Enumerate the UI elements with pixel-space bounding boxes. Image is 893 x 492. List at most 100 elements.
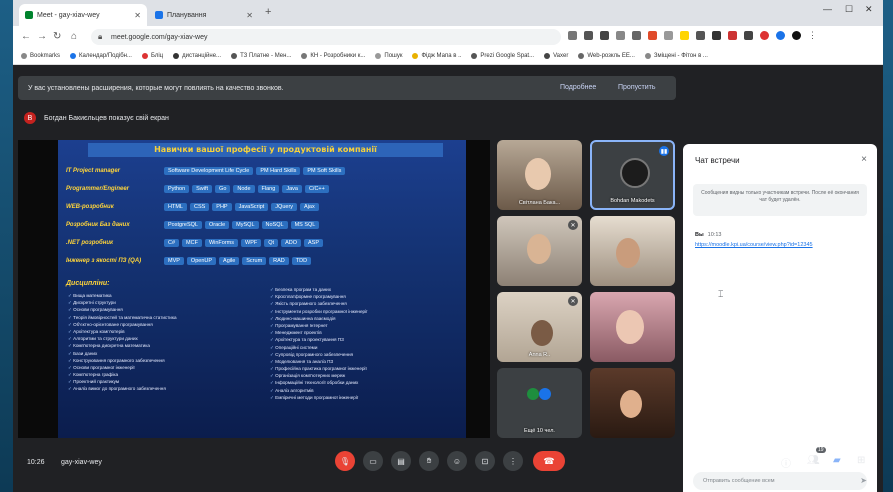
menu-dots-icon[interactable]: ⋮ <box>808 31 817 40</box>
bookmark[interactable]: Бліц <box>141 53 163 59</box>
bookmarks-icon <box>21 53 27 59</box>
extension-icon[interactable] <box>712 31 721 40</box>
home-icon[interactable]: ⌂ <box>71 31 77 42</box>
presenting-indicator: B Богдан Бакиєльцев показує свій екран <box>18 108 498 128</box>
profile-avatar-icon[interactable] <box>792 31 801 40</box>
people-icon[interactable]: 👥︎ <box>807 455 820 466</box>
close-tab-icon[interactable]: ✕ <box>134 11 141 20</box>
skill-chip: Oracle <box>204 220 230 229</box>
tab-meet[interactable]: Meet - gay-xiav-wey ✕ <box>19 4 147 26</box>
extension-icon[interactable] <box>584 31 593 40</box>
chat-icon[interactable]: ▰ <box>833 455 841 466</box>
participant-tile[interactable] <box>590 368 675 438</box>
maximize-icon[interactable]: ☐ <box>845 4 853 15</box>
discipline-item: Операційні системи <box>270 344 460 351</box>
extension-icon[interactable] <box>744 31 753 40</box>
skill-chip: MS SQL <box>290 220 320 229</box>
extension-icon[interactable] <box>680 31 689 40</box>
extension-icon[interactable] <box>760 31 769 40</box>
discipline-item: Інструменти розробки програмної інженері… <box>270 308 460 315</box>
participant-tile[interactable] <box>590 216 675 286</box>
lock-icon: 🔒︎ <box>98 32 103 41</box>
camera-button[interactable]: ▭ <box>363 451 383 471</box>
extension-icon[interactable] <box>568 31 577 40</box>
bookmark[interactable]: Bookmarks <box>21 53 60 59</box>
bookmark[interactable]: дистанційне... <box>173 53 221 59</box>
bookmark-label: дистанційне... <box>182 53 222 59</box>
extension-icon[interactable] <box>600 31 609 40</box>
participant-tile[interactable]: ✕ Anna R.. <box>497 292 582 362</box>
bookmark[interactable]: Календар/Подібн... <box>70 53 132 59</box>
discipline-item: Аналіз вимог до програмного забезпечення <box>68 385 258 392</box>
banner-more-link[interactable]: Подробнее <box>560 84 596 91</box>
bookmark[interactable]: ТЗ Платне - Мен... <box>231 53 291 59</box>
new-tab-icon[interactable]: + <box>265 6 271 18</box>
extension-icon[interactable] <box>696 31 705 40</box>
present-button[interactable]: ⊡ <box>475 451 495 471</box>
reload-icon[interactable]: ↻ <box>53 31 61 42</box>
profession-label: Розробник Баз даних <box>66 221 130 228</box>
skill-chip: Qt <box>264 238 279 247</box>
skills-row: IT Project manager Software Development L… <box>66 164 346 177</box>
participant-tile[interactable]: ▮▮ Bohdan Makodets <box>590 140 675 210</box>
activities-icon[interactable]: ⊞ <box>857 455 865 466</box>
disciplines-heading: Дисципліни: <box>66 280 110 287</box>
more-options-button[interactable]: ⋮ <box>503 451 523 471</box>
slide-title: Навички вашої професії у продуктовій ком… <box>88 143 443 157</box>
bookmark[interactable]: Web-розкль ЕЕ... <box>578 53 635 59</box>
more-participants-tile[interactable]: Ещё 10 чел. <box>497 368 582 438</box>
emoji-icon: ☺ <box>452 456 462 466</box>
chat-message-link[interactable]: https://moodle.kpi.ua/course/view.php?id… <box>695 242 813 248</box>
extension-icon[interactable] <box>728 31 737 40</box>
bookmark[interactable]: КН - Розробники к... <box>301 53 365 59</box>
discipline-item: Комп'ютерна графіка <box>68 371 258 378</box>
profession-label: IT Project manager <box>66 167 121 174</box>
bookmark[interactable]: Фідж Мапа в .. <box>412 53 461 59</box>
url-text: meet.google.com/gay-xiav-wey <box>111 33 208 41</box>
site-icon <box>231 53 238 59</box>
address-bar[interactable]: 🔒︎ meet.google.com/gay-xiav-wey <box>91 29 561 45</box>
leave-call-button[interactable]: ☎ <box>533 451 565 471</box>
tab-plan[interactable]: Планування ✕ <box>149 4 259 26</box>
raise-hand-button[interactable]: ✋︎ <box>419 451 439 471</box>
participant-tile[interactable] <box>590 292 675 362</box>
extension-icon[interactable] <box>632 31 641 40</box>
skill-chip: ASP <box>303 238 323 247</box>
info-icon[interactable]: ⓘ <box>781 455 791 470</box>
participant-tile[interactable]: Світлана Бака... <box>497 140 582 210</box>
participant-video <box>616 238 640 268</box>
skill-chip: HTML <box>164 202 187 211</box>
site-icon <box>301 53 308 59</box>
bookmark[interactable]: Vaxer <box>544 53 568 59</box>
more-vert-icon: ⋮ <box>509 456 517 466</box>
window-close-icon[interactable]: ✕ <box>865 4 873 15</box>
extension-icon[interactable] <box>776 31 785 40</box>
forward-icon[interactable]: → <box>37 31 47 42</box>
captions-button[interactable]: ▤ <box>391 451 411 471</box>
skill-chip: WinForms <box>204 238 239 247</box>
extension-icon[interactable] <box>616 31 625 40</box>
discipline-item: Програмування Інтернет <box>270 322 460 329</box>
extension-icon[interactable] <box>648 31 657 40</box>
close-tab-icon[interactable]: ✕ <box>246 11 253 20</box>
bookmark[interactable]: Зміщені - Фітон в ... <box>644 53 708 59</box>
extension-icon[interactable] <box>664 31 673 40</box>
shared-screen: Навички вашої професії у продуктовій ком… <box>18 140 490 438</box>
skill-chip: WPF <box>241 238 262 247</box>
reactions-button[interactable]: ☺ <box>447 451 467 471</box>
skills-row: WEB-розробник HTML CSS PHP JavaScript JQuery A… <box>66 200 319 213</box>
left-desktop-strip <box>0 0 13 492</box>
back-icon[interactable]: ← <box>21 31 31 42</box>
minimize-icon[interactable]: — <box>823 4 832 14</box>
close-icon[interactable]: × <box>861 154 867 165</box>
discipline-item: Алгоритми та структури даних <box>68 335 258 342</box>
meeting-code: gay-xiav-wey <box>61 459 102 466</box>
site-icon <box>375 53 382 59</box>
bookmark[interactable]: Prezi Google Spat... <box>471 53 534 59</box>
bookmark[interactable]: Пошук <box>375 53 402 59</box>
skill-chip: Python <box>164 184 190 193</box>
mic-off-button[interactable]: 🎙︎ <box>335 451 355 471</box>
skill-chip: Scrum <box>242 256 267 265</box>
banner-skip-link[interactable]: Пропустить <box>618 84 656 91</box>
participant-tile[interactable]: ✕ <box>497 216 582 286</box>
